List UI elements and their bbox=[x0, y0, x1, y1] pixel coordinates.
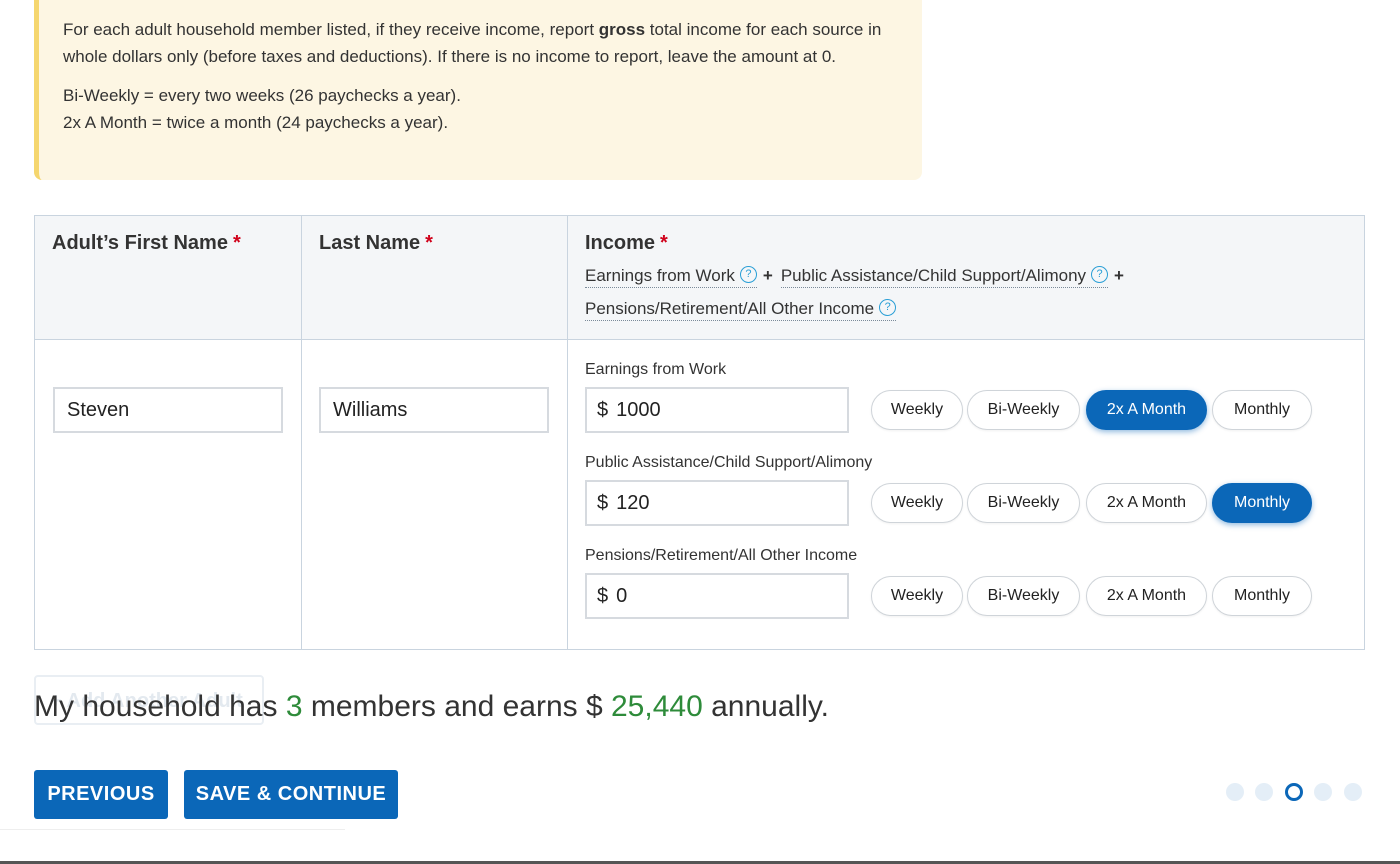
earnings-help-link[interactable]: Earnings from Work? bbox=[585, 266, 757, 288]
column-divider bbox=[567, 216, 568, 649]
progress-dot bbox=[1344, 783, 1362, 801]
divider bbox=[0, 829, 345, 830]
question-icon[interactable]: ? bbox=[1091, 266, 1109, 283]
progress-dot-current bbox=[1285, 783, 1303, 801]
income-help-line-1: Earnings from Work? + Public Assistance/Ch… bbox=[585, 266, 1132, 288]
required-marker: * bbox=[232, 232, 241, 254]
progress-dot bbox=[1226, 783, 1244, 801]
earnings-frequency-biweekly[interactable]: Bi-Weekly bbox=[967, 390, 1080, 430]
progress-dot bbox=[1314, 783, 1332, 801]
household-income-table: Adult’s First Name * Last Name * Income * E… bbox=[34, 215, 1365, 650]
save-continue-button[interactable]: SAVE & CONTINUE bbox=[184, 770, 398, 819]
assistance-amount-input[interactable]: $120 bbox=[585, 480, 849, 526]
pensions-amount-input[interactable]: $0 bbox=[585, 573, 849, 619]
earnings-frequency-twice-monthly[interactable]: 2x A Month bbox=[1086, 390, 1207, 430]
assistance-frequency-weekly[interactable]: Weekly bbox=[871, 483, 963, 523]
last-name-header: Last Name * bbox=[319, 232, 433, 254]
household-summary: My household has 3 members and earns $ 2… bbox=[34, 690, 829, 723]
pensions-label: Pensions/Retirement/All Other Income bbox=[585, 547, 858, 564]
income-help-line-2: Pensions/Retirement/All Other Income? bbox=[585, 299, 897, 321]
twice-monthly-definition: 2x A Month = twice a month (24 paychecks… bbox=[63, 113, 449, 132]
required-marker: * bbox=[660, 232, 668, 254]
earnings-frequency-monthly[interactable]: Monthly bbox=[1212, 390, 1312, 430]
assistance-frequency-monthly[interactable]: Monthly bbox=[1212, 483, 1312, 523]
earnings-label: Earnings from Work bbox=[585, 361, 727, 378]
currency-symbol: $ bbox=[597, 492, 609, 514]
currency-symbol: $ bbox=[597, 585, 609, 607]
pensions-help-link[interactable]: Pensions/Retirement/All Other Income? bbox=[585, 299, 897, 321]
instructions-paragraph: For each adult household member listed, … bbox=[63, 20, 882, 66]
annual-income-total: 25,440 bbox=[611, 690, 703, 723]
last-name-input[interactable]: Williams bbox=[319, 387, 549, 433]
progress-dot bbox=[1255, 783, 1273, 801]
pensions-frequency-weekly[interactable]: Weekly bbox=[871, 576, 963, 616]
pensions-frequency-twice-monthly[interactable]: 2x A Month bbox=[1086, 576, 1207, 616]
plus-sign: + bbox=[762, 266, 773, 285]
assistance-label: Public Assistance/Child Support/Alimony bbox=[585, 454, 873, 471]
first-name-input[interactable]: Steven bbox=[53, 387, 283, 433]
assistance-frequency-biweekly[interactable]: Bi-Weekly bbox=[967, 483, 1080, 523]
biweekly-definition: Bi-Weekly = every two weeks (26 paycheck… bbox=[63, 86, 461, 105]
earnings-amount-input[interactable]: $1000 bbox=[585, 387, 849, 433]
income-header: Income * bbox=[585, 232, 668, 254]
first-name-header: Adult’s First Name * bbox=[52, 232, 241, 254]
column-divider bbox=[301, 216, 302, 649]
assistance-help-link[interactable]: Public Assistance/Child Support/Alimony? bbox=[780, 266, 1109, 288]
pensions-frequency-biweekly[interactable]: Bi-Weekly bbox=[967, 576, 1080, 616]
income-instructions-notice: For each adult household member listed, … bbox=[34, 0, 922, 180]
currency-symbol: $ bbox=[597, 399, 609, 421]
previous-button[interactable]: PREVIOUS bbox=[34, 770, 168, 819]
pensions-frequency-monthly[interactable]: Monthly bbox=[1212, 576, 1312, 616]
question-icon[interactable]: ? bbox=[739, 266, 757, 283]
plus-sign: + bbox=[1114, 266, 1124, 285]
assistance-frequency-twice-monthly[interactable]: 2x A Month bbox=[1086, 483, 1207, 523]
required-marker: * bbox=[425, 232, 433, 254]
member-count: 3 bbox=[285, 690, 303, 723]
question-icon[interactable]: ? bbox=[879, 299, 897, 316]
earnings-frequency-weekly[interactable]: Weekly bbox=[871, 390, 963, 430]
